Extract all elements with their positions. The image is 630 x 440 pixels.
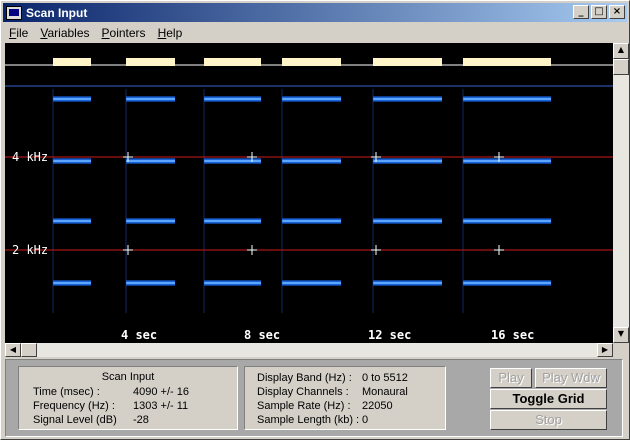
scroll-right-arrow-icon[interactable]: ▶	[597, 343, 613, 357]
signal-level-row: Signal Level (dB) -28	[33, 414, 149, 426]
scroll-up-arrow-icon[interactable]: ▲	[613, 43, 629, 59]
menu-variables[interactable]: Variables	[34, 26, 95, 40]
spectral-band-4-0	[373, 96, 442, 102]
scan-input-panel: Scan Input Time (msec) : 4090 +/- 16 Fre…	[18, 366, 238, 430]
freq-label-2khz: 2 kHz	[12, 243, 49, 257]
spectral-band-0-1	[53, 158, 91, 164]
scroll-down-arrow-icon[interactable]: ▼	[613, 327, 629, 343]
time-label-8sec: 8 sec	[244, 328, 281, 342]
sample-length-row: Sample Length (kb) : 0	[257, 414, 369, 426]
tone-marker-1	[126, 58, 175, 66]
spectral-band-3-0	[282, 96, 341, 102]
freq-label-4khz: 4 kHz	[12, 150, 49, 164]
spectral-band-4-2	[373, 218, 442, 224]
spectral-band-5-3	[463, 280, 551, 286]
window-controls: _ □ ×	[571, 5, 625, 19]
menu-file[interactable]: File	[3, 26, 34, 40]
frequency-row: Frequency (Hz) : 1303 +/- 11	[33, 400, 189, 412]
time-value: 4090 +/- 16	[133, 386, 189, 398]
tone-marker-0	[53, 58, 91, 66]
cursor-cross-0-1	[123, 245, 133, 255]
display-info-panel: Display Band (Hz) : 0 to 5512 Display Ch…	[244, 366, 446, 430]
minimize-button[interactable]: _	[573, 5, 589, 19]
spectral-band-5-1	[463, 158, 551, 164]
tone-marker-2	[204, 58, 261, 66]
spectral-band-5-2	[463, 218, 551, 224]
display-band-row: Display Band (Hz) : 0 to 5512	[257, 372, 408, 384]
spectral-band-2-3	[204, 280, 261, 286]
spectral-band-3-2	[282, 218, 341, 224]
app-window: Scan Input _ □ × File Variables Pointers…	[0, 0, 630, 440]
display-band-value: 0 to 5512	[362, 372, 408, 384]
spectral-band-4-3	[373, 280, 442, 286]
time-label-16sec: 16 sec	[491, 328, 535, 342]
spectral-band-5-0	[463, 96, 551, 102]
menu-help[interactable]: Help	[152, 26, 189, 40]
vertical-scroll-thumb[interactable]	[613, 59, 629, 75]
frequency-value: 1303 +/- 11	[133, 400, 189, 412]
status-area: Scan Input Time (msec) : 4090 +/- 16 Fre…	[5, 359, 623, 437]
display-channels-value: Monaural	[362, 386, 408, 398]
spectrogram-canvas[interactable]	[5, 43, 613, 343]
cursor-cross-1-1	[247, 245, 257, 255]
play-window-button[interactable]: Play Wdw	[535, 368, 607, 388]
display-channels-row: Display Channels : Monaural	[257, 386, 408, 398]
spectral-band-2-0	[204, 96, 261, 102]
toggle-grid-button[interactable]: Toggle Grid	[490, 389, 607, 409]
maximize-button[interactable]: □	[591, 5, 607, 19]
window-title: Scan Input	[26, 5, 88, 20]
sample-length-value: 0	[362, 414, 369, 426]
spectral-band-0-2	[53, 218, 91, 224]
spectral-band-2-2	[204, 218, 261, 224]
spectral-band-0-3	[53, 280, 91, 286]
horizontal-scrollbar[interactable]: ◀ ▶	[5, 343, 613, 357]
spectral-band-1-3	[126, 280, 175, 286]
spectral-band-3-3	[282, 280, 341, 286]
vertical-scrollbar[interactable]: ▲ ▼	[613, 43, 629, 343]
stop-button[interactable]: Stop	[490, 410, 607, 430]
spectral-band-0-0	[53, 96, 91, 102]
tone-marker-4	[373, 58, 442, 66]
menu-bar: File Variables Pointers Help	[3, 24, 627, 42]
title-bar[interactable]: Scan Input _ □ ×	[3, 3, 627, 22]
spectral-band-3-1	[282, 158, 341, 164]
scan-input-title: Scan Input	[101, 371, 155, 383]
signal-level-value: -28	[133, 414, 149, 426]
spectrogram-view[interactable]: 4 kHz 2 kHz 4 sec 8 sec 12 sec 16 sec	[5, 43, 613, 343]
spectral-band-4-1	[373, 158, 442, 164]
horizontal-scroll-thumb[interactable]	[21, 343, 37, 357]
tone-marker-3	[282, 58, 341, 66]
spectral-band-1-1	[126, 158, 175, 164]
spectral-band-1-0	[126, 96, 175, 102]
close-button[interactable]: ×	[609, 5, 625, 19]
scroll-left-arrow-icon[interactable]: ◀	[5, 343, 21, 357]
sample-rate-row: Sample Rate (Hz) : 22050	[257, 400, 393, 412]
time-label-12sec: 12 sec	[368, 328, 412, 342]
time-label-4sec: 4 sec	[121, 328, 158, 342]
time-row: Time (msec) : 4090 +/- 16	[33, 386, 189, 398]
play-button[interactable]: Play	[490, 368, 532, 388]
app-icon[interactable]	[6, 5, 22, 20]
tone-marker-5	[463, 58, 551, 66]
sample-rate-value: 22050	[362, 400, 393, 412]
cursor-cross-3-1	[494, 245, 504, 255]
menu-pointers[interactable]: Pointers	[96, 26, 152, 40]
spectral-band-1-2	[126, 218, 175, 224]
